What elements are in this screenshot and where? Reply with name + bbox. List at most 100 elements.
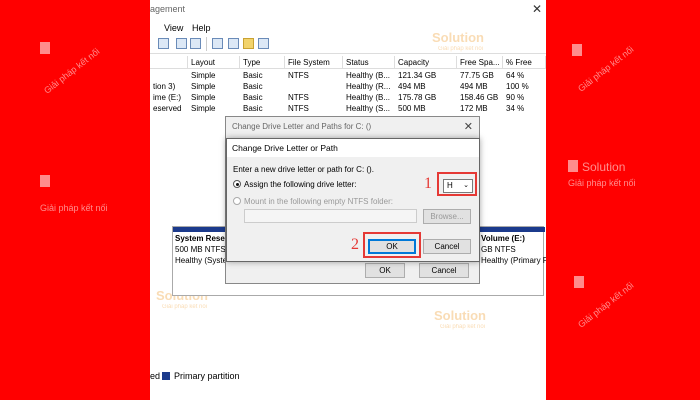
legend-primary-partition: Primary partition xyxy=(174,371,240,381)
browse-button[interactable]: Browse... xyxy=(423,209,471,224)
partition-size: GB NTFS xyxy=(481,245,516,254)
column-header-capacity[interactable]: Capacity xyxy=(395,56,457,69)
cell-status: Healthy (R... xyxy=(346,82,391,91)
partition-volume-e[interactable]: Volume (E:) GB NTFS Healthy (Primary Par… xyxy=(481,234,546,284)
partition-name: Volume (E:) xyxy=(481,234,525,243)
connect-icon[interactable] xyxy=(212,38,223,49)
close-icon[interactable]: ✕ xyxy=(464,120,473,133)
cell-free-space: 158.46 GB xyxy=(460,93,499,102)
cell-volume: ime (E:) xyxy=(153,93,181,102)
cell-status: Healthy (B... xyxy=(346,71,391,80)
mount-folder-label: Mount in the following empty NTFS folder… xyxy=(244,197,393,206)
table-row[interactable]: eserved Simple Basic NTFS Healthy (S... … xyxy=(150,103,546,114)
highlight-box-drive-letter xyxy=(437,172,477,196)
callout-number-1: 1 xyxy=(424,175,432,192)
search-icon[interactable] xyxy=(258,38,269,49)
watermark-brand: Solution xyxy=(582,160,626,174)
partition-band xyxy=(479,227,545,232)
toolbar-separator xyxy=(206,37,207,51)
partition-name: System Rese xyxy=(175,234,225,243)
watermark-brand: Solution xyxy=(432,30,484,45)
primary-partition-swatch xyxy=(162,372,170,380)
column-header-layout[interactable]: Layout xyxy=(188,56,240,69)
partition-size: 500 MB NTFS xyxy=(175,245,226,254)
column-header-status[interactable]: Status xyxy=(343,56,395,69)
assign-letter-label: Assign the following drive letter: xyxy=(244,180,357,189)
cell-capacity: 175.78 GB xyxy=(398,93,437,102)
cell-filesystem: NTFS xyxy=(288,93,309,102)
cell-percent-free: 90 % xyxy=(506,93,525,102)
mount-folder-radio[interactable] xyxy=(233,197,241,205)
cell-free-space: 172 MB xyxy=(460,104,488,113)
window-titlebar: agement ✕ xyxy=(150,0,546,16)
cell-status: Healthy (B... xyxy=(346,93,391,102)
watermark-tagline: Giải pháp kết nối xyxy=(162,304,208,310)
cell-percent-free: 34 % xyxy=(506,104,525,113)
cell-free-space: 77.75 GB xyxy=(460,71,494,80)
cancel-button[interactable]: Cancel xyxy=(419,263,469,278)
table-row[interactable]: tion 3) Simple Basic Healthy (R... 494 M… xyxy=(150,81,546,92)
cell-type: Basic xyxy=(243,104,263,113)
cell-type: Basic xyxy=(243,93,263,102)
legend-prefix: ed xyxy=(150,371,161,381)
cell-volume: tion 3) xyxy=(153,82,176,91)
cell-percent-free: 64 % xyxy=(506,71,525,80)
column-header-free-space[interactable]: Free Spa... xyxy=(457,56,503,69)
cell-filesystem xyxy=(285,81,343,92)
grid-view-icon[interactable] xyxy=(190,38,201,49)
table-row[interactable]: ime (E:) Simple Basic NTFS Healthy (B...… xyxy=(150,92,546,103)
window-title: agement xyxy=(150,4,186,14)
cell-capacity: 121.34 GB xyxy=(398,71,437,80)
watermark-tagline: Giải pháp kết nối xyxy=(438,46,484,52)
cell-type: Basic xyxy=(243,82,263,91)
cell-type: Basic xyxy=(243,71,263,80)
table-row[interactable]: Simple Basic NTFS Healthy (B... 121.34 G… xyxy=(150,70,546,81)
watermark-tagline: Giải pháp kết nối xyxy=(568,178,636,188)
cell-status: Healthy (S... xyxy=(346,104,391,113)
column-header-filesystem[interactable]: File System xyxy=(285,56,343,69)
cell-layout: Simple xyxy=(191,104,216,113)
cell-layout: Simple xyxy=(191,82,216,91)
column-header-type[interactable]: Type xyxy=(240,56,285,69)
cell-filesystem: NTFS xyxy=(288,71,309,80)
partition-status: Healthy (Primary Partition xyxy=(481,256,546,265)
menu-help[interactable]: Help xyxy=(192,23,211,33)
cell-capacity: 500 MB xyxy=(398,104,426,113)
help-icon[interactable] xyxy=(176,38,187,49)
highlight-box-ok xyxy=(363,232,421,258)
column-header-percent-free[interactable]: % Free xyxy=(503,56,546,69)
watermark-tagline: Giải pháp kết nối xyxy=(576,44,636,94)
cell-layout: Simple xyxy=(191,71,216,80)
cell-capacity: 494 MB xyxy=(398,82,426,91)
close-icon[interactable]: ✕ xyxy=(532,2,542,16)
folder-path-input[interactable] xyxy=(244,209,417,223)
partition-system-reserved[interactable]: System Rese 500 MB NTFS Healthy (Syste xyxy=(175,234,228,284)
partition-band xyxy=(173,227,225,232)
cancel-button[interactable]: Cancel xyxy=(423,239,471,254)
watermark-tagline: Giải pháp kết nối xyxy=(42,46,102,96)
legend: ed Primary partition xyxy=(150,368,546,384)
dialog-title: Change Drive Letter or Path xyxy=(232,143,338,153)
properties-icon[interactable] xyxy=(158,38,169,49)
watermark-brand: Solution xyxy=(434,308,486,323)
ok-button[interactable]: OK xyxy=(365,263,405,278)
watermark-tagline: Giải pháp kết nối xyxy=(576,280,636,330)
dialog-title: Change Drive Letter and Paths for C: () xyxy=(232,122,372,131)
watermark-tagline: Giải pháp kết nối xyxy=(40,203,108,213)
cell-volume xyxy=(150,70,188,81)
folder-icon[interactable] xyxy=(243,38,254,49)
dialog-titlebar: Change Drive Letter or Path xyxy=(227,139,479,157)
menu-view[interactable]: View xyxy=(164,23,183,33)
cell-free-space: 494 MB xyxy=(460,82,488,91)
column-header-volume[interactable] xyxy=(150,56,188,69)
partition-status: Healthy (Syste xyxy=(175,256,228,265)
volume-list: Layout Type File System Status Capacity … xyxy=(150,56,546,116)
cell-filesystem: NTFS xyxy=(288,104,309,113)
check-icon[interactable] xyxy=(228,38,239,49)
cell-percent-free: 100 % xyxy=(506,82,529,91)
watermark-tagline: Giải pháp kết nối xyxy=(440,324,486,330)
callout-number-2: 2 xyxy=(351,236,359,253)
cell-volume: eserved xyxy=(153,104,182,113)
dialog-prompt: Enter a new drive letter or path for C: … xyxy=(233,165,374,174)
assign-letter-radio[interactable] xyxy=(233,180,241,188)
